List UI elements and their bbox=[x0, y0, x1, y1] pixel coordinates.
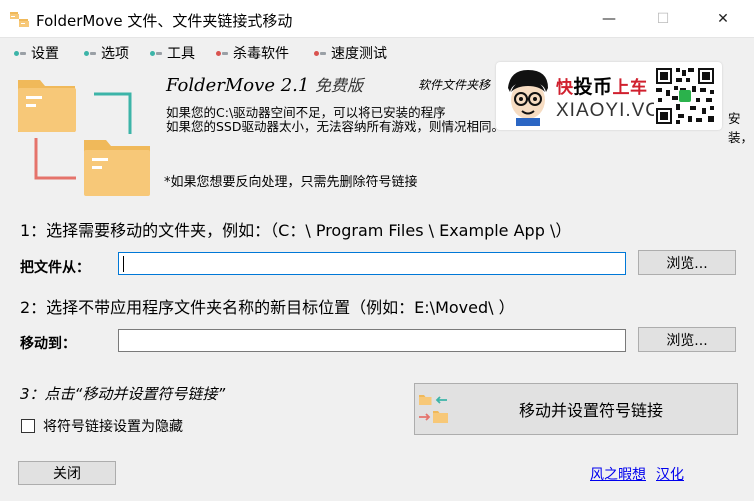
source-field-label: 把文件从： bbox=[20, 260, 90, 276]
menu-speed-test-label: 速度测试 bbox=[331, 46, 387, 62]
step3-label: 3：点击“移动并设置符号链接” bbox=[20, 385, 226, 403]
description-line-1: 如果您的C:\驱动器空间不足，可以将已安装的程序 bbox=[166, 105, 446, 120]
menu-settings[interactable]: 设置 bbox=[14, 43, 59, 63]
watermark-slogan-suffix: 上车 bbox=[612, 78, 648, 98]
description-line-1-tail: 安装， bbox=[728, 111, 754, 145]
description-line-2: 如果您的SSD驱动器太小，无法容纳所有游戏，则情况相同。 bbox=[166, 119, 504, 134]
menu-antivirus[interactable]: 杀毒软件 bbox=[216, 43, 289, 63]
localization-link[interactable]: 汉化 bbox=[656, 464, 684, 484]
target-folder-icon bbox=[84, 140, 150, 196]
watermark-slogan: 快投币上车 bbox=[556, 72, 648, 99]
hide-symlink-option[interactable]: 将符号链接设置为隐藏 bbox=[21, 416, 183, 436]
menu-settings-label: 设置 bbox=[31, 46, 59, 62]
menu-dots-icon bbox=[84, 50, 96, 56]
menu-speed-test[interactable]: 速度测试 bbox=[314, 43, 387, 63]
text-caret bbox=[123, 256, 124, 272]
menu-dots-icon bbox=[314, 50, 326, 56]
close-button[interactable]: 关闭 bbox=[18, 461, 116, 485]
hide-symlink-checkbox[interactable] bbox=[21, 419, 35, 433]
app-name: FolderMove 2.1 bbox=[166, 75, 316, 96]
qr-code-icon bbox=[654, 66, 716, 126]
target-browse-button[interactable]: 浏览... bbox=[638, 327, 736, 352]
watermark-slogan-emphasis: 投币 bbox=[573, 76, 613, 98]
menu-dots-icon bbox=[216, 50, 228, 56]
credit-link[interactable]: 风之暇想 bbox=[590, 464, 646, 484]
app-title: FolderMove 2.1 免费版 bbox=[166, 72, 363, 96]
reverse-note: *如果您想要反向处理，只需先删除符号链接 bbox=[164, 175, 418, 190]
author-note: 软件文件夹移 bbox=[418, 78, 491, 92]
red-arrow-icon bbox=[34, 138, 76, 180]
title-bar: FolderMove 文件、文件夹链接式移动 — ☐ ✕ bbox=[0, 0, 754, 38]
menu-tools-label: 工具 bbox=[167, 46, 195, 62]
menu-options-label: 选项 bbox=[101, 46, 129, 62]
source-folder-icon bbox=[18, 80, 76, 132]
maximize-button[interactable]: ☐ bbox=[640, 0, 686, 38]
app-edition: 免费版 bbox=[315, 76, 364, 95]
folder-move-illustration bbox=[18, 80, 150, 196]
move-and-link-label: 移动并设置符号链接 bbox=[518, 401, 663, 420]
close-window-button[interactable]: ✕ bbox=[700, 0, 746, 38]
watermark-badge: 快投币上车 XIAOYI.VC bbox=[496, 62, 722, 130]
menu-tools[interactable]: 工具 bbox=[150, 43, 195, 63]
step2-label: 2：选择不带应用程序文件夹名称的新目标位置（例如：E:\Moved\ ） bbox=[20, 298, 515, 317]
target-path-input[interactable] bbox=[118, 329, 626, 352]
source-path-input[interactable] bbox=[118, 252, 626, 275]
menu-antivirus-label: 杀毒软件 bbox=[233, 46, 289, 62]
move-and-link-button[interactable]: 移动并设置符号链接 bbox=[414, 383, 738, 435]
minimize-button[interactable]: — bbox=[586, 0, 632, 38]
target-field-label: 移动到： bbox=[20, 336, 76, 352]
description: 如果您的C:\驱动器空间不足，可以将已安装的程序 如果您的SSD驱动器太小，无法… bbox=[166, 106, 504, 134]
green-arrow-icon bbox=[94, 92, 132, 134]
app-folder-icon bbox=[10, 12, 29, 27]
menu-dots-icon bbox=[150, 50, 162, 56]
source-browse-button[interactable]: 浏览... bbox=[638, 250, 736, 275]
menu-options[interactable]: 选项 bbox=[84, 43, 129, 63]
step1-label: 1：选择需要移动的文件夹，例如：（C：\ Program Files \ Exa… bbox=[20, 221, 572, 240]
menu-dots-icon bbox=[14, 50, 26, 56]
watermark-slogan-prefix: 快 bbox=[556, 78, 574, 98]
window-title: FolderMove 文件、文件夹链接式移动 bbox=[36, 12, 293, 30]
cartoon-face-icon bbox=[508, 70, 548, 126]
hide-symlink-label: 将符号链接设置为隐藏 bbox=[43, 419, 183, 435]
watermark-domain: XIAOYI.VC bbox=[556, 100, 661, 121]
